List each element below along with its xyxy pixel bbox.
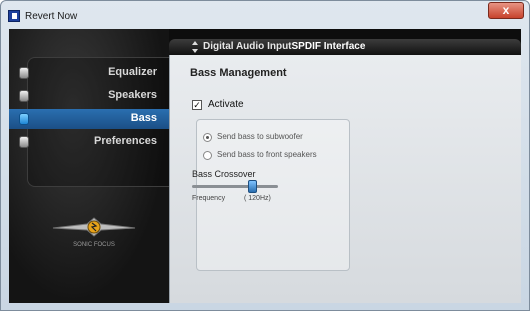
activate-label: Activate xyxy=(208,99,244,110)
app-icon xyxy=(8,10,20,22)
client-area: Equalizer Speakers Bass Preferences SONI… xyxy=(9,29,521,303)
crossover-slider[interactable] xyxy=(192,180,278,193)
input-prefix: Digital Audio Input xyxy=(203,41,292,52)
nav-knob-icon xyxy=(19,90,29,102)
close-icon: x xyxy=(502,3,510,17)
window-title: Revert Now xyxy=(25,11,78,22)
app-window: Revert Now x Equalizer Speakers Bass Pre… xyxy=(0,0,530,311)
sidebar: Equalizer Speakers Bass Preferences SONI… xyxy=(9,29,169,303)
close-button[interactable]: x xyxy=(488,2,524,19)
sonic-focus-logo: SONIC FOCUS xyxy=(52,217,136,248)
sidebar-item-speakers[interactable]: Speakers xyxy=(9,86,169,106)
sidebar-item-preferences[interactable]: Preferences xyxy=(9,132,169,152)
radio-button[interactable] xyxy=(203,151,212,160)
slider-thumb[interactable] xyxy=(247,180,257,193)
sidebar-item-bass[interactable]: Bass xyxy=(9,109,169,129)
nav-knob-icon xyxy=(19,67,29,79)
crossover-title: Bass Crossover xyxy=(192,169,256,179)
frequency-value: ( 120Hz) xyxy=(244,195,271,202)
nav-knob-icon xyxy=(19,136,29,148)
bass-management-panel: Bass Management ✓ Activate Send bass to … xyxy=(169,55,521,303)
title-bar[interactable]: Revert Now x xyxy=(1,1,529,29)
main-panel: Digital Audio InputSPDIF Interface Bass … xyxy=(169,39,521,303)
sidebar-item-label: Bass xyxy=(130,112,157,124)
frequency-label: Frequency xyxy=(192,195,226,202)
activate-checkbox[interactable]: ✓ xyxy=(192,100,202,110)
sidebar-item-label: Equalizer xyxy=(108,66,157,78)
radio-button[interactable] xyxy=(203,133,212,142)
sidebar-item-label: Preferences xyxy=(94,135,157,147)
nav-knob-icon xyxy=(19,113,29,125)
up-down-arrows-icon[interactable] xyxy=(191,40,199,54)
input-value: SPDIF Interface xyxy=(291,41,366,52)
logo-text: SONIC FOCUS xyxy=(73,242,115,248)
sidebar-item-label: Speakers xyxy=(108,89,157,101)
radio-label: Send bass to subwoofer xyxy=(217,132,303,141)
input-selector-label: Digital Audio InputSPDIF Interface xyxy=(203,41,365,52)
section-title: Bass Management xyxy=(190,67,287,79)
radio-label: Send bass to front speakers xyxy=(217,150,317,159)
sidebar-item-equalizer[interactable]: Equalizer xyxy=(9,63,169,83)
input-selector[interactable]: Digital Audio InputSPDIF Interface xyxy=(169,39,521,55)
